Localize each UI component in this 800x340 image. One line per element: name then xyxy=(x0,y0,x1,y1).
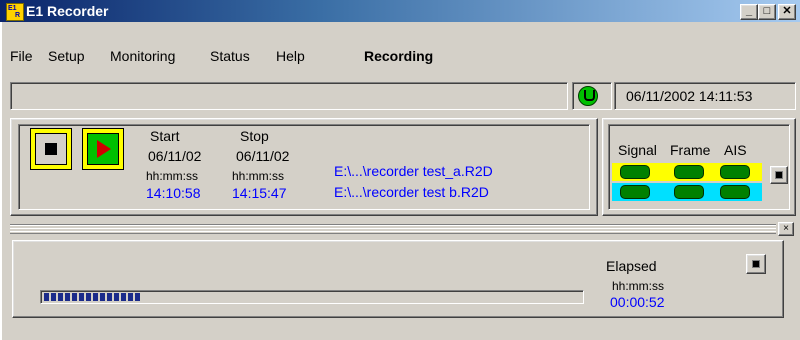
elapsed-panel xyxy=(12,240,784,318)
menu-monitoring[interactable]: Monitoring xyxy=(110,48,175,64)
signal-reset-button[interactable] xyxy=(770,166,788,184)
signal-header: Signal xyxy=(618,142,657,158)
progress-segment xyxy=(128,293,133,301)
menu-file[interactable]: File xyxy=(10,48,33,64)
ais-led-b xyxy=(720,185,750,199)
app-icon-text-top: E1 xyxy=(8,5,17,12)
panel-splitter[interactable] xyxy=(10,224,776,234)
maximize-button[interactable]: □ xyxy=(758,4,776,20)
elapsed-stop-button[interactable] xyxy=(746,254,766,274)
progress-segment xyxy=(79,293,84,301)
mode-label: Recording xyxy=(364,48,434,64)
menu-setup[interactable]: Setup xyxy=(48,48,85,64)
elapsed-format: hh:mm:ss xyxy=(612,279,665,293)
menu-help[interactable]: Help xyxy=(276,48,305,64)
close-icon: × xyxy=(783,223,789,234)
progress-segment xyxy=(58,293,63,301)
progress-segment xyxy=(72,293,77,301)
menu-bar: File Setup Monitoring Status Help Record… xyxy=(0,44,800,68)
app-icon-text-bottom: R xyxy=(15,12,21,19)
signal-led-b xyxy=(620,185,650,199)
progress-segment xyxy=(107,293,112,301)
start-time: 14:10:58 xyxy=(146,185,201,201)
signal-row-b xyxy=(612,183,762,201)
window-frame xyxy=(0,22,2,340)
record-file-b: E:\...\recorder test b.R2D xyxy=(334,184,489,200)
elapsed-time: 00:00:52 xyxy=(610,294,665,310)
stop-time-format: hh:mm:ss xyxy=(232,169,285,183)
progress-segment xyxy=(114,293,119,301)
progress-segment xyxy=(86,293,91,301)
square-icon xyxy=(775,171,783,179)
frame-led-a xyxy=(674,165,704,179)
app-icon[interactable]: E1 R xyxy=(6,3,24,21)
minimize-button[interactable]: _ xyxy=(740,4,758,20)
record-button-face xyxy=(87,133,119,165)
record-button[interactable] xyxy=(82,128,124,170)
start-time-format: hh:mm:ss xyxy=(146,169,199,183)
progress-segment xyxy=(51,293,56,301)
progress-segment xyxy=(100,293,105,301)
frame-led-b xyxy=(674,185,704,199)
progress-segment xyxy=(65,293,70,301)
stop-button[interactable] xyxy=(30,128,72,170)
stop-icon xyxy=(45,143,57,155)
current-datetime: 06/11/2002 14:11:53 xyxy=(626,88,753,104)
ais-led-a xyxy=(720,165,750,179)
progress-segment xyxy=(135,293,140,301)
progress-segment xyxy=(121,293,126,301)
panel-close-button[interactable]: × xyxy=(778,222,794,236)
elapsed-label: Elapsed xyxy=(606,258,657,274)
square-icon xyxy=(752,260,760,268)
signal-led-a xyxy=(620,165,650,179)
close-button[interactable]: ✕ xyxy=(778,4,796,20)
stop-label: Stop xyxy=(240,128,269,144)
play-icon xyxy=(97,140,111,158)
close-icon: ✕ xyxy=(782,5,792,17)
title-bar[interactable] xyxy=(0,0,800,22)
stop-time: 14:15:47 xyxy=(232,185,287,201)
ais-header: AIS xyxy=(724,142,747,158)
stop-button-face xyxy=(35,133,67,165)
start-date: 06/11/02 xyxy=(148,148,202,164)
signal-row-a xyxy=(612,163,762,181)
record-file-a: E:\...\recorder test_a.R2D xyxy=(334,163,493,179)
maximize-icon: □ xyxy=(763,5,771,17)
connection-status-icon xyxy=(578,86,598,106)
minimize-icon: _ xyxy=(745,5,753,17)
window-title: E1 Recorder xyxy=(26,3,109,19)
frame-header: Frame xyxy=(670,142,711,158)
start-label: Start xyxy=(150,128,180,144)
progress-segment xyxy=(44,293,49,301)
menu-status[interactable]: Status xyxy=(210,48,250,64)
stop-date: 06/11/02 xyxy=(236,148,290,164)
status-message-area xyxy=(10,82,568,110)
progress-segment xyxy=(93,293,98,301)
